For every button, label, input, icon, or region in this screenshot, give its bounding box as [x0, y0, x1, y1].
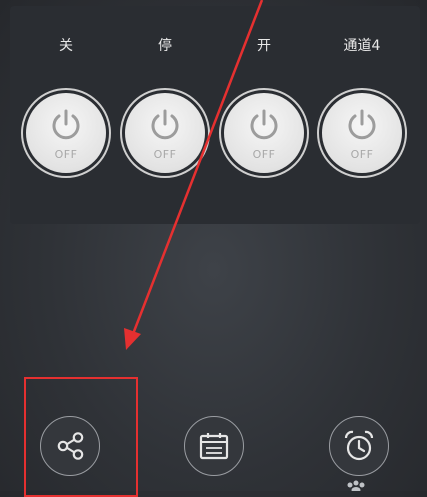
power-switch-channel-1[interactable]: OFF [21, 88, 111, 178]
channel-label: 开 [257, 38, 271, 54]
alarm-clock-icon [344, 430, 374, 461]
switch-face: OFF [322, 93, 402, 173]
schedule-button[interactable] [184, 416, 244, 476]
power-icon [151, 109, 179, 140]
channel-label: 停 [158, 38, 172, 54]
channel-panel: 关 OFF 停 OFF 开 OFF 通道4 OFF [10, 6, 420, 224]
annotation-highlight-box [24, 377, 138, 497]
power-switch-channel-3[interactable]: OFF [219, 88, 309, 178]
switch-state: OFF [153, 148, 177, 161]
switch-face: OFF [26, 93, 106, 173]
channel-label: 关 [59, 38, 73, 54]
paw-watermark-icon [347, 480, 365, 491]
power-icon [348, 109, 376, 140]
channel-2: 停 OFF [117, 6, 213, 224]
power-icon [52, 109, 80, 140]
switch-face: OFF [125, 93, 205, 173]
timer-button[interactable] [329, 416, 389, 476]
switch-state: OFF [252, 148, 276, 161]
calendar-icon [199, 433, 229, 460]
channel-4: 通道4 OFF [314, 6, 410, 224]
channel-label: 通道4 [343, 38, 381, 54]
channel-1: 关 OFF [18, 6, 114, 224]
switch-state: OFF [350, 148, 374, 161]
channel-3: 开 OFF [216, 6, 312, 224]
switch-state: OFF [54, 148, 78, 161]
power-icon [250, 109, 278, 140]
power-switch-channel-2[interactable]: OFF [120, 88, 210, 178]
power-switch-channel-4[interactable]: OFF [317, 88, 407, 178]
switch-face: OFF [224, 93, 304, 173]
